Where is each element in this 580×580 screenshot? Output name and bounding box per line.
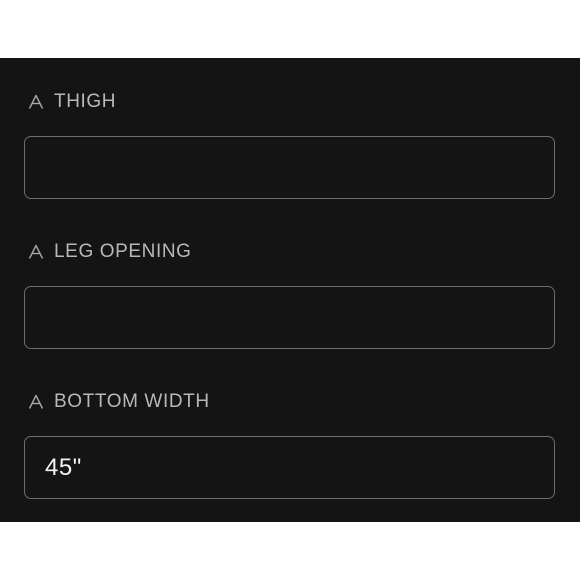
measurements-panel: THIGH LEG OPENING BOTTOM WIDTH 45" — [0, 58, 580, 522]
bottom-width-label-row: BOTTOM WIDTH — [28, 390, 210, 414]
thigh-label-row: THIGH — [28, 90, 116, 114]
ruler-a-icon — [28, 244, 44, 260]
ruler-a-icon — [28, 394, 44, 410]
leg-opening-label-row: LEG OPENING — [28, 240, 192, 264]
leg-opening-input[interactable] — [24, 286, 555, 349]
thigh-label: THIGH — [54, 91, 117, 112]
bottom-width-input[interactable]: 45" — [24, 436, 555, 499]
bottom-width-input-value: 45" — [45, 453, 82, 481]
leg-opening-label: LEG OPENING — [54, 241, 192, 262]
thigh-input[interactable] — [24, 136, 555, 199]
bottom-width-label: BOTTOM WIDTH — [54, 391, 210, 412]
ruler-a-icon — [28, 94, 44, 110]
